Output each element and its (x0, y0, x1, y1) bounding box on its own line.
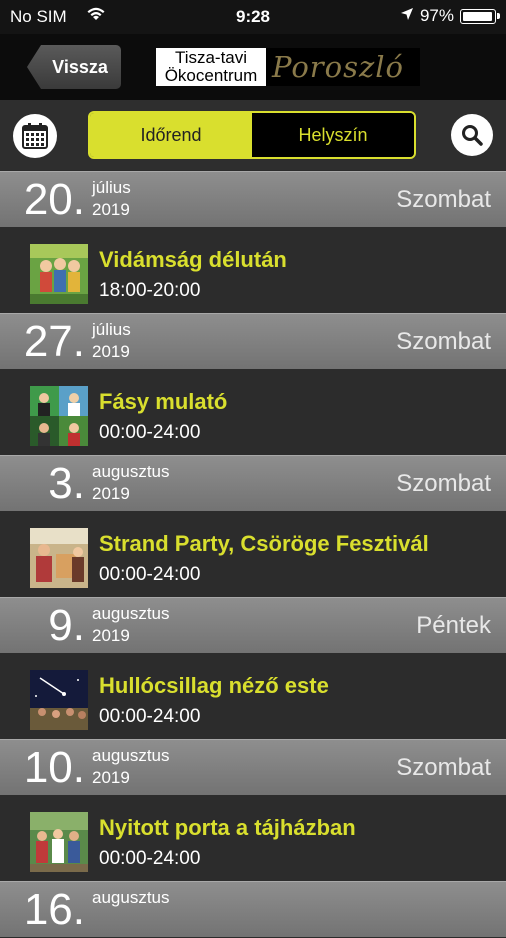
date-year: 2019 (92, 342, 130, 361)
date-day: 3. (48, 459, 85, 508)
event-title: Hullócsillag néző este (99, 673, 329, 698)
event-title: Vidámság délután (99, 247, 287, 272)
event-item[interactable]: Hullócsillag néző este 00:00-24:00 (0, 653, 506, 739)
event-thumbnail (30, 812, 88, 872)
view-segmented-control: Időrend Helyszín (88, 111, 416, 159)
date-weekday: Szombat (396, 328, 491, 355)
location-arrow-icon (400, 6, 414, 26)
date-day: 20. (23, 175, 85, 224)
battery-fill (463, 11, 493, 21)
date-day: 9. (48, 601, 85, 650)
battery-icon (460, 8, 500, 24)
date-header: 16. augusztus (0, 881, 506, 937)
event-time: 00:00-24:00 (99, 422, 201, 443)
event-thumbnail (30, 528, 88, 588)
logo-text: Tisza-tavi Ökocentrum (156, 48, 266, 86)
date-year: 2019 (92, 626, 130, 645)
date-day: 16. (23, 885, 85, 934)
event-list: 20. július 2019 Szombat Vidámság délután… (0, 171, 506, 937)
date-year: 2019 (92, 484, 130, 503)
event-title: Nyitott porta a tájházban (99, 815, 356, 840)
tab-location[interactable]: Helyszín (252, 113, 414, 157)
back-button[interactable]: Vissza (27, 45, 121, 89)
date-month: július (92, 320, 131, 339)
date-day: 10. (23, 743, 85, 792)
tab-schedule[interactable]: Időrend (90, 113, 252, 157)
logo-script: Poroszló (272, 50, 405, 84)
date-month: augusztus (92, 746, 170, 765)
date-year: 2019 (92, 200, 130, 219)
toolbar: Időrend Helyszín (0, 100, 506, 170)
date-month: július (92, 178, 131, 197)
nav-bar: Vissza Tisza-tavi Ökocentrum Poroszló (0, 34, 506, 100)
event-thumbnail (30, 244, 88, 304)
battery-percent: 97% (419, 6, 454, 25)
logo: Tisza-tavi Ökocentrum Poroszló (156, 48, 420, 86)
event-time: 00:00-24:00 (99, 848, 201, 869)
date-day: 27. (23, 317, 85, 366)
event-title: Fásy mulató (99, 389, 228, 414)
status-bar: No SIM 9:28 97% (0, 0, 506, 34)
date-month: augusztus (92, 604, 170, 623)
event-time: 00:00-24:00 (99, 564, 201, 585)
event-thumbnail (30, 670, 88, 730)
event-time: 18:00-20:00 (99, 280, 201, 301)
date-header: 9. augusztus 2019 Péntek (0, 597, 506, 653)
calendar-icon[interactable] (13, 114, 57, 158)
date-month: augusztus (92, 888, 170, 907)
search-icon[interactable] (451, 114, 493, 156)
event-item[interactable]: Strand Party, Csöröge Fesztivál 00:00-24… (0, 511, 506, 597)
date-header: 20. július 2019 Szombat (0, 171, 506, 227)
event-item[interactable]: Nyitott porta a tájházban 00:00-24:00 (0, 795, 506, 881)
event-title: Strand Party, Csöröge Fesztivál (99, 531, 429, 556)
event-item[interactable]: Fásy mulató 00:00-24:00 (0, 369, 506, 455)
date-month: augusztus (92, 462, 170, 481)
logo-line1: Tisza-tavi (174, 48, 248, 67)
date-weekday: Szombat (396, 186, 491, 213)
event-thumbnail (30, 386, 88, 446)
event-item[interactable]: Vidámság délután 18:00-20:00 (0, 227, 506, 313)
date-header: 3. augusztus 2019 Szombat (0, 455, 506, 511)
date-header: 10. augusztus 2019 Szombat (0, 739, 506, 795)
date-weekday: Szombat (396, 754, 491, 781)
date-header: 27. július 2019 Szombat (0, 313, 506, 369)
date-weekday: Péntek (416, 612, 491, 639)
date-weekday: Szombat (396, 470, 491, 497)
event-time: 00:00-24:00 (99, 706, 201, 727)
logo-line2: Ökocentrum (164, 66, 258, 85)
date-year: 2019 (92, 768, 130, 787)
